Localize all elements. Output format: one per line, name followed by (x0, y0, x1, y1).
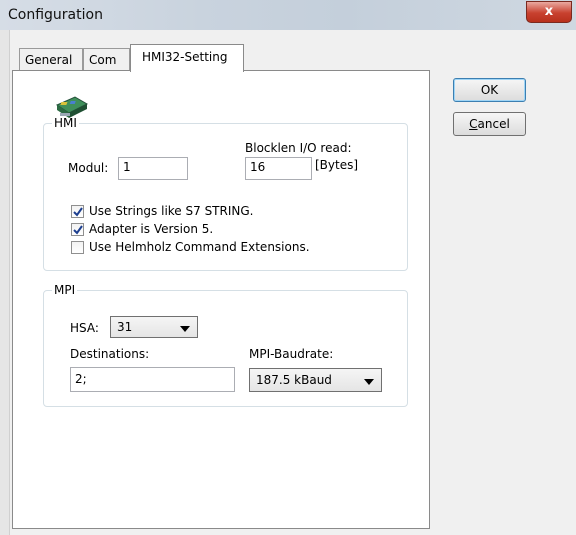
tab-general-label: General (25, 53, 73, 67)
helmholz-extensions-checkbox[interactable] (71, 241, 84, 254)
ok-button[interactable]: OK (453, 78, 526, 102)
tab-general[interactable]: General (19, 48, 83, 70)
close-button[interactable]: x (526, 1, 572, 23)
hsa-value: 31 (117, 320, 133, 334)
ok-button-label: OK (480, 83, 499, 97)
mpi-group-legend: MPI (54, 283, 76, 297)
title-bar: Configuration x (0, 0, 576, 30)
close-icon: x (544, 4, 554, 19)
hmi-group-legend: HMI (54, 116, 77, 130)
destinations-label: Destinations: (70, 347, 150, 361)
modul-input[interactable]: 1 (118, 157, 188, 180)
tab-com-label: Com (89, 53, 117, 67)
hsa-dropdown[interactable]: 31 (110, 316, 198, 338)
dropdown-arrow-icon (364, 379, 374, 385)
cancel-accelerator: C (469, 117, 478, 131)
window-left-edge (0, 30, 10, 535)
baudrate-value: 187.5 kBaud (256, 373, 332, 387)
cancel-button[interactable]: Cancel (453, 112, 526, 136)
baudrate-label: MPI-Baudrate: (249, 347, 334, 361)
blocklen-label: Blocklen I/O read: (245, 141, 352, 155)
destinations-input[interactable]: 2; (70, 367, 235, 392)
adapter-version5-label: Adapter is Version 5. (89, 222, 214, 236)
modul-label: Modul: (68, 161, 109, 175)
dropdown-arrow-icon (180, 326, 190, 332)
tab-hmi32-setting-label: HMI32-Setting (142, 50, 228, 64)
tab-com[interactable]: Com (83, 48, 130, 70)
baudrate-dropdown[interactable]: 187.5 kBaud (249, 368, 382, 392)
tab-hmi32-setting[interactable]: HMI32-Setting (130, 44, 244, 72)
checkmark-icon (73, 225, 83, 235)
blocklen-input[interactable]: 16 (245, 157, 312, 180)
blocklen-unit-label: [Bytes] (315, 158, 359, 172)
use-strings-checkbox[interactable] (71, 205, 84, 218)
window-title: Configuration (8, 7, 103, 23)
cancel-button-label: ancel (477, 117, 510, 131)
use-strings-label: Use Strings like S7 STRING. (89, 204, 254, 218)
helmholz-extensions-label: Use Helmholz Command Extensions. (89, 240, 310, 254)
hsa-label: HSA: (70, 321, 99, 335)
adapter-version5-checkbox[interactable] (71, 223, 84, 236)
checkmark-icon (73, 207, 83, 217)
